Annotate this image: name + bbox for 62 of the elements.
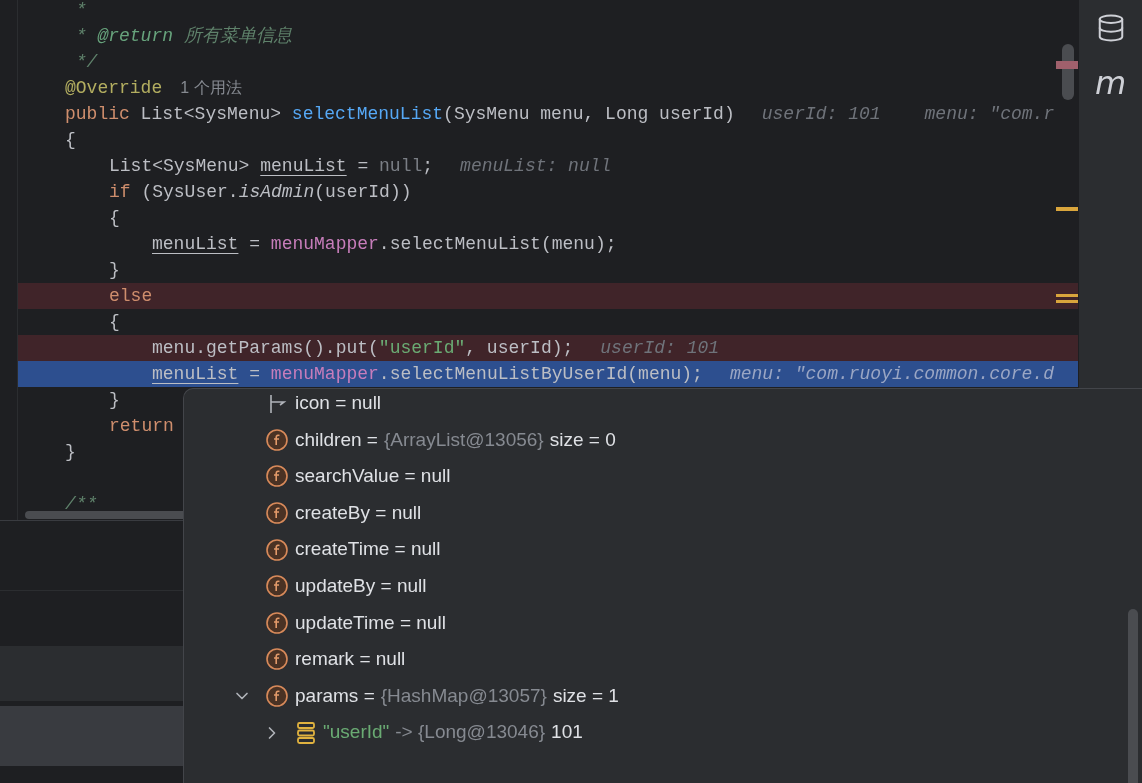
variable-text: params = [295,683,375,708]
variable-row[interactable]: updateBy = null [184,567,1142,605]
inline-value-hint: menu: "com.ruoyi.common.core.d [729,362,1054,386]
code-line: if (SysUser.isAdmin(userId)) [109,180,412,204]
map-entry-icon [296,720,316,745]
code-line: menu.getParams().put("userId", userId); [152,336,574,360]
variable-text: icon = null [295,391,382,416]
variable-text: createTime = null [295,537,441,562]
variable-text: {ArrayList@13056} [383,427,544,452]
code-line: { [65,128,76,152]
variable-row[interactable]: children = {ArrayList@13056} size = 0 [184,421,1142,459]
variable-row[interactable]: "userId" -> {Long@13046} 101 [184,714,1142,751]
variable-text: children = [295,427,378,452]
field-icon [266,648,288,671]
code-line: menuList = menuMapper.selectMenuListByUserId(menu); [152,362,703,386]
variable-row[interactable]: remark = null [184,641,1142,678]
code-line: List<SysMenu> menuList = null; [109,154,434,178]
code-line: { [109,310,120,334]
code-line: public List<SysMenu> selectMenuList(SysMenu menu, Long userId) [65,102,735,126]
variable-row[interactable]: updateTime = null [184,604,1142,642]
code-line: * @return 所有菜单信息 [74,24,292,48]
variable-text: updateBy = null [295,574,427,598]
code-line: menuList = menuMapper.selectMenuList(menu); [152,232,617,256]
variable-text: -> {Long@13046} [395,720,546,745]
usage-hint[interactable]: 1 个用法 [180,76,242,100]
variable-row[interactable]: createBy = null [184,494,1142,532]
variable-text: updateTime = null [295,610,446,635]
variable-text: "userId" [323,720,390,745]
variable-text: remark = null [295,647,406,672]
code-line: return [109,414,174,438]
code-line: @Override [65,76,163,100]
code-line: else [109,284,153,308]
field-icon [266,575,288,598]
variable-text: searchValue = null [295,464,451,489]
code-line: } [65,440,76,464]
code-line: * [74,0,87,22]
field-icon [266,465,288,488]
variable-row[interactable]: createTime = null [184,531,1142,568]
code-line: /** [65,492,98,516]
code-line: } [109,388,120,412]
variable-row[interactable]: icon = null [184,389,1142,422]
variable-row[interactable]: searchValue = null [184,458,1142,495]
variable-text: 101 [551,720,583,745]
inline-value-hint: menu: "com.r [924,102,1055,126]
inline-value-hint: menuList: null [460,154,612,178]
field-icon [266,538,288,561]
field-icon [266,611,288,634]
field-icon [266,685,288,708]
variable-text: {HashMap@13057} [380,683,547,708]
variable-text: size = 0 [549,427,616,452]
field-icon [266,428,288,451]
inline-value-hint: userId: 101 [761,102,881,126]
popup-scrollbar[interactable] [1128,609,1138,783]
field-icon [266,502,288,525]
code-line: } [109,258,120,282]
variable-row[interactable]: params = {HashMap@13057} size = 1 [184,677,1142,715]
inline-value-hint: userId: 101 [600,336,720,360]
variable-text: createBy = null [295,500,422,525]
code-line: */ [74,50,98,74]
code-line: { [109,206,120,230]
variable-text: size = 1 [552,683,619,708]
maven-tool-button[interactable]: m [1094,67,1127,99]
